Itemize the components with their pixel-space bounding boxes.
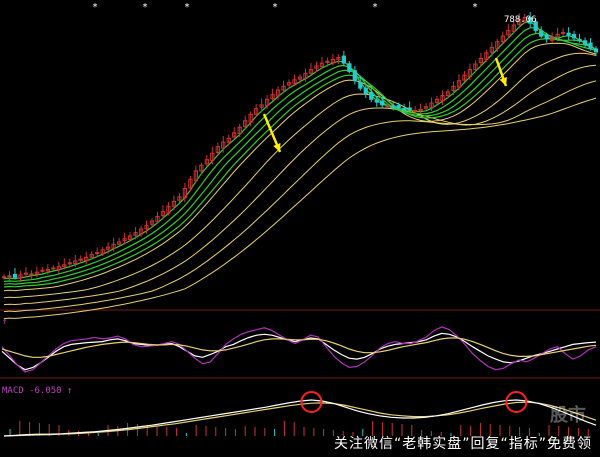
candle-body: [51, 267, 56, 270]
candle-body: [577, 38, 582, 42]
top-marker: *: [472, 2, 478, 13]
candle-body: [539, 30, 544, 37]
candle-body: [566, 32, 571, 36]
candle-body: [29, 273, 34, 276]
candle-body: [396, 104, 401, 109]
top-marker: *: [142, 2, 148, 13]
candle-body: [67, 262, 72, 265]
candle-body: [391, 105, 396, 108]
candle-body: [571, 34, 577, 39]
top-marker: *: [184, 2, 190, 13]
candle-body: [12, 273, 18, 278]
candle-body: [1, 276, 7, 279]
watermark-logo: 股市: [550, 405, 586, 426]
candle-body: [40, 269, 45, 272]
candle-body: [363, 87, 368, 95]
watermark-caption: 关注微信“老韩实盘”回复“指标”免费领: [333, 436, 592, 452]
candle-body: [588, 42, 593, 49]
candle-body: [374, 99, 379, 103]
candle-body: [593, 48, 599, 53]
candle-body: [412, 109, 418, 112]
candle-body: [347, 63, 352, 72]
candle-body: [380, 100, 385, 106]
top-marker: *: [372, 2, 378, 13]
top-marker: *: [272, 2, 278, 13]
candle-body: [341, 55, 346, 64]
candle-body: [352, 70, 357, 82]
stock-chart: * * * * * * ↑ MACD -6.050 ↑ 788.06: [0, 0, 600, 457]
candle-body: [385, 105, 390, 108]
high-price-label: 788.06: [504, 15, 537, 25]
candle-body: [95, 252, 100, 255]
candle-body: [7, 275, 12, 278]
candle-body: [358, 81, 363, 89]
macd-label: MACD -6.050 ↑: [2, 386, 72, 396]
candle-body: [369, 91, 374, 100]
candle-body: [418, 109, 423, 112]
candle-body: [544, 34, 549, 40]
candle-body: [560, 31, 566, 34]
candle-body: [582, 40, 588, 46]
panel2-label: ↑: [2, 317, 7, 327]
candle-body: [407, 107, 412, 111]
candle-body: [402, 107, 407, 110]
top-marker: *: [92, 2, 98, 13]
